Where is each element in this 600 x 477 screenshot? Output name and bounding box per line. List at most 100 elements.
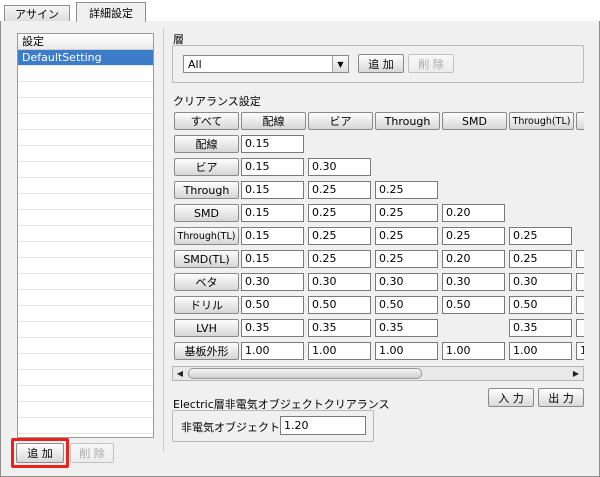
add-layer-button[interactable]: 追 加 — [358, 54, 404, 73]
clearance-cell[interactable]: 0.25 — [509, 227, 572, 245]
add-setting-button[interactable]: 追 加 — [16, 443, 64, 463]
clearance-cell[interactable]: 0.30 — [509, 273, 572, 291]
clearance-cell[interactable]: 1.00 — [509, 342, 572, 360]
non-electric-object-field[interactable]: 1.20 — [280, 416, 366, 435]
clearance-cell[interactable]: 0.50 — [442, 296, 505, 314]
row-button-smd-tl[interactable]: SMD(TL) — [174, 250, 239, 268]
settings-list-empty-row — [18, 386, 153, 402]
settings-list-empty-row — [18, 242, 153, 258]
clearance-cell[interactable]: 0.35 — [375, 319, 438, 337]
clearance-cell[interactable]: 0.15 — [241, 204, 304, 222]
settings-list-empty-row — [18, 338, 153, 354]
row-button-through[interactable]: Through — [174, 181, 239, 199]
layer-select[interactable]: All ▼ — [183, 55, 349, 73]
column-button-via[interactable]: ビア — [308, 112, 373, 130]
column-button-smd-tl[interactable] — [576, 112, 584, 130]
column-button-wiring[interactable]: 配線 — [241, 112, 306, 130]
clearance-cell[interactable] — [576, 273, 584, 291]
clearance-cell[interactable] — [576, 250, 584, 268]
row-button-fill[interactable]: ベタ — [174, 273, 239, 291]
row-button-wiring[interactable]: 配線 — [174, 135, 239, 153]
tab-bar: アサイン 詳細設定 — [0, 0, 600, 23]
clearance-cell[interactable] — [576, 319, 584, 337]
clearance-cell[interactable]: 0.35 — [241, 319, 304, 337]
settings-list-item[interactable]: DefaultSetting — [18, 50, 153, 66]
input-button[interactable]: 入 力 — [488, 388, 534, 407]
row-button-lvh[interactable]: LVH — [174, 319, 239, 337]
clearance-cell[interactable] — [576, 296, 584, 314]
clearance-cell[interactable]: 0.25 — [375, 204, 438, 222]
settings-list-empty-row — [18, 194, 153, 210]
clearance-cell[interactable]: 1.00 — [375, 342, 438, 360]
settings-list-empty-row — [18, 66, 153, 82]
settings-list-empty-row — [18, 290, 153, 306]
settings-list-empty-row — [18, 162, 153, 178]
output-button[interactable]: 出 力 — [538, 388, 584, 407]
settings-list-empty-row — [18, 82, 153, 98]
row-button-smd[interactable]: SMD — [174, 204, 239, 222]
settings-list-empty-row — [18, 226, 153, 242]
clearance-cell[interactable]: 0.50 — [308, 296, 371, 314]
clearance-cell[interactable]: 0.30 — [308, 273, 371, 291]
clearance-cell[interactable]: 0.30 — [442, 273, 505, 291]
tab-assign[interactable]: アサイン — [4, 5, 70, 22]
clearance-cell[interactable]: 1.00 — [308, 342, 371, 360]
clearance-cell[interactable]: 0.15 — [241, 158, 304, 176]
settings-list-empty-row — [18, 98, 153, 114]
clearance-cell[interactable]: 1 — [576, 342, 584, 360]
non-electric-object-label: 非電気オブジェクト — [181, 421, 280, 434]
column-button-through[interactable]: Through — [375, 112, 440, 130]
row-button-drill[interactable]: ドリル — [174, 296, 239, 314]
clearance-section-title: クリアランス設定 — [173, 95, 261, 108]
clearance-cell[interactable]: 0.25 — [375, 181, 438, 199]
settings-list[interactable]: 設定 DefaultSetting — [17, 33, 154, 438]
scrollbar-thumb[interactable] — [188, 368, 422, 379]
clearance-cell[interactable]: 0.50 — [375, 296, 438, 314]
clearance-cell[interactable]: 0.25 — [308, 227, 371, 245]
clearance-cell[interactable]: 0.15 — [241, 250, 304, 268]
delete-layer-button[interactable]: 削 除 — [408, 54, 454, 73]
settings-list-empty-row — [18, 370, 153, 386]
clearance-cell[interactable]: 0.35 — [308, 319, 371, 337]
row-button-through-tl[interactable]: Through(TL) — [174, 227, 239, 245]
clearance-cell[interactable]: 0.50 — [509, 296, 572, 314]
column-button-through-tl[interactable]: Through(TL) — [509, 112, 574, 130]
settings-list-empty-row — [18, 130, 153, 146]
clearance-cell[interactable]: 0.30 — [241, 273, 304, 291]
clearance-cell[interactable]: 0.30 — [375, 273, 438, 291]
clearance-cell[interactable]: 0.25 — [308, 250, 371, 268]
row-button-via[interactable]: ビア — [174, 158, 239, 176]
settings-list-empty-row — [18, 402, 153, 418]
settings-list-empty-row — [18, 418, 153, 434]
arrow-right-icon[interactable]: ▶ — [569, 367, 583, 380]
clearance-cell[interactable]: 0.25 — [375, 250, 438, 268]
clearance-cell[interactable]: 0.20 — [442, 204, 505, 222]
settings-list-empty-row — [18, 210, 153, 226]
arrow-left-icon[interactable]: ◀ — [173, 367, 187, 380]
clearance-cell[interactable]: 0.30 — [308, 158, 371, 176]
tab-advanced-settings[interactable]: 詳細設定 — [76, 2, 146, 23]
clearance-cell[interactable]: 0.15 — [241, 135, 304, 153]
clearance-cell[interactable]: 0.15 — [241, 181, 304, 199]
column-button-all[interactable]: すべて — [174, 112, 239, 130]
clearance-cell[interactable]: 1.00 — [241, 342, 304, 360]
clearance-cell[interactable]: 0.25 — [308, 181, 371, 199]
clearance-cell[interactable]: 0.25 — [442, 227, 505, 245]
chevron-down-icon[interactable]: ▼ — [332, 56, 348, 72]
clearance-horizontal-scrollbar[interactable]: ◀ ▶ — [172, 366, 584, 381]
clearance-cell[interactable]: 0.25 — [308, 204, 371, 222]
clearance-cell[interactable]: 0.35 — [509, 319, 572, 337]
clearance-cell[interactable]: 0.25 — [509, 250, 572, 268]
clearance-cell[interactable]: 0.50 — [241, 296, 304, 314]
delete-setting-button[interactable]: 削 除 — [70, 443, 114, 463]
row-button-board-outline[interactable]: 基板外形 — [174, 342, 239, 360]
clearance-cell[interactable]: 0.20 — [442, 250, 505, 268]
column-button-smd[interactable]: SMD — [442, 112, 507, 130]
settings-list-empty-row — [18, 146, 153, 162]
clearance-cell[interactable]: 0.15 — [241, 227, 304, 245]
settings-list-empty-row — [18, 258, 153, 274]
clearance-cell[interactable]: 1.00 — [442, 342, 505, 360]
clearance-cell[interactable]: 0.25 — [375, 227, 438, 245]
panel-divider — [163, 28, 164, 452]
settings-list-empty-row — [18, 306, 153, 322]
